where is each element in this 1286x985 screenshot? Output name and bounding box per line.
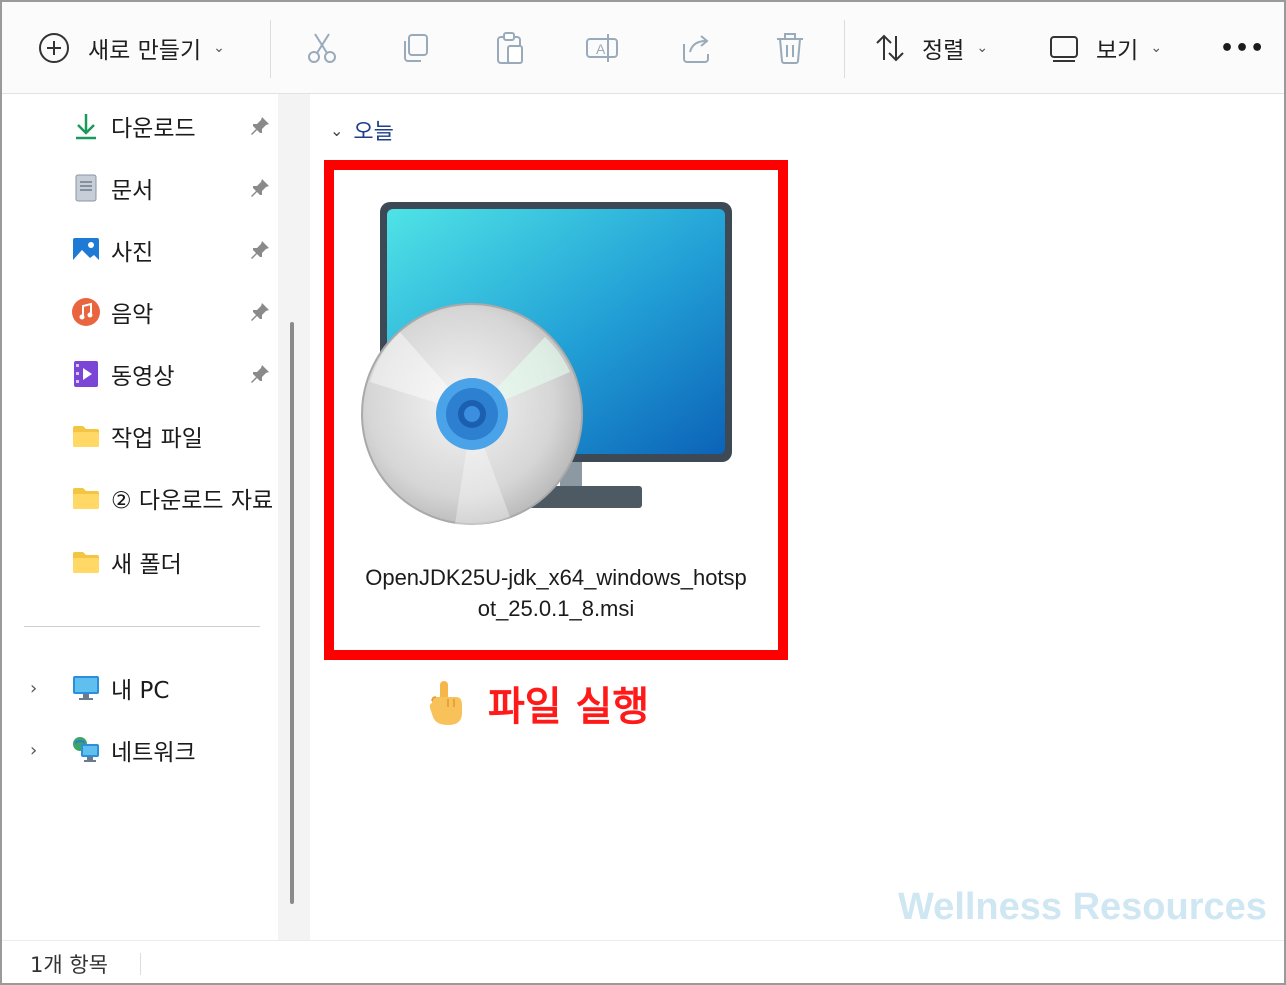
file-name-line: ot_25.0.1_8.msi [477, 596, 635, 621]
sidebar-item-work-files[interactable]: 작업 파일 [2, 408, 278, 464]
network-icon [73, 737, 99, 762]
pc-icon [73, 676, 99, 700]
sidebar-scrollbar-thumb[interactable] [290, 322, 294, 904]
chevron-down-icon: ⌄ [976, 40, 989, 56]
picture-icon [73, 238, 99, 262]
sidebar-item-label: 내 PC [111, 678, 170, 704]
sidebar-item-network[interactable]: › 네트워크 [2, 722, 278, 778]
add-circle-icon [39, 33, 69, 63]
paste-icon[interactable] [492, 30, 528, 66]
annotation-text: 파일 실행 [488, 684, 650, 730]
svg-text:A: A [596, 41, 606, 57]
chevron-right-icon[interactable]: › [30, 678, 37, 699]
watermark-text: Wellness Resources [898, 886, 1267, 928]
sidebar-item-label: 음악 [111, 302, 154, 328]
sort-button-label: 정렬 [922, 38, 965, 64]
sidebar-item-label: 다운로드 [111, 116, 196, 142]
sidebar-scrollbar-track[interactable] [278, 94, 310, 940]
new-button-label: 새로 만들기 [88, 38, 202, 64]
document-icon [75, 174, 97, 202]
sidebar-item-pictures[interactable]: 사진 [2, 222, 278, 278]
sidebar-divider [24, 626, 260, 627]
group-header-today[interactable]: ⌄ 오늘 [330, 114, 394, 146]
navigation-pane: 다운로드 문서 사진 음악 동영상 작업 파일 ② 다운로드 자료 새 폴더 ›… [2, 94, 278, 940]
sidebar-item-this-pc[interactable]: › 내 PC [2, 660, 278, 716]
sidebar-item-label: 작업 파일 [111, 426, 203, 452]
download-icon [76, 114, 96, 140]
chevron-down-icon: ⌄ [1150, 40, 1163, 56]
share-icon[interactable] [678, 30, 714, 66]
file-name-line: OpenJDK25U-jdk_x64_windows_hotsp [365, 565, 747, 590]
chevron-down-icon: ⌄ [330, 120, 344, 140]
sidebar-item-music[interactable]: 음악 [2, 284, 278, 340]
file-name-label[interactable]: OpenJDK25U-jdk_x64_windows_hotsp ot_25.0… [344, 562, 768, 624]
chevron-right-icon[interactable]: › [30, 740, 37, 761]
status-divider [140, 953, 141, 975]
sort-button[interactable]: 정렬 ⌄ [874, 2, 988, 94]
sidebar-item-label: 새 폴더 [111, 552, 182, 578]
toolbar-divider [844, 20, 845, 78]
sidebar-item-download-materials[interactable]: ② 다운로드 자료 [2, 470, 278, 526]
sidebar-item-downloads[interactable]: 다운로드 [2, 98, 278, 154]
view-layout-icon [1050, 36, 1078, 62]
folder-icon [73, 426, 99, 447]
rename-icon[interactable]: A [584, 30, 620, 66]
view-button-label: 보기 [1096, 38, 1139, 64]
annotation-callout: 파일 실행 [422, 674, 649, 732]
group-header-label: 오늘 [353, 120, 394, 145]
sidebar-item-label: ② 다운로드 자료 [111, 488, 274, 514]
sort-arrows-icon [876, 34, 904, 62]
video-icon [74, 361, 98, 387]
command-bar: 새로 만들기 ⌄ A 정렬 ⌄ 보기 ⌄ ••• [2, 2, 1284, 94]
pin-icon[interactable] [248, 238, 272, 262]
copy-icon[interactable] [398, 30, 434, 66]
more-options-button[interactable]: ••• [1220, 2, 1265, 94]
sidebar-item-label: 문서 [111, 178, 154, 204]
chevron-down-icon: ⌄ [213, 40, 225, 56]
sidebar-item-videos[interactable]: 동영상 [2, 346, 278, 402]
pin-icon[interactable] [248, 176, 272, 200]
pin-icon[interactable] [248, 114, 272, 138]
folder-icon [73, 488, 99, 509]
new-button[interactable]: 새로 만들기 ⌄ [38, 2, 225, 94]
sidebar-item-documents[interactable]: 문서 [2, 160, 278, 216]
status-bar: 1개 항목 [2, 940, 1284, 983]
view-button[interactable]: 보기 ⌄ [1048, 2, 1162, 94]
pin-icon[interactable] [248, 300, 272, 324]
music-icon [72, 298, 100, 326]
pointing-hand-icon [429, 681, 462, 725]
more-icon: ••• [1220, 35, 1266, 61]
toolbar-divider [270, 20, 271, 78]
file-explorer-window: 새로 만들기 ⌄ A 정렬 ⌄ 보기 ⌄ ••• 다운로드 문서 사진 음악 동… [0, 0, 1286, 985]
pin-icon[interactable] [248, 362, 272, 386]
sidebar-item-new-folder[interactable]: 새 폴더 [2, 534, 278, 590]
sidebar-item-label: 사진 [111, 240, 154, 266]
cut-icon[interactable] [304, 30, 340, 66]
sidebar-item-label: 네트워크 [111, 740, 196, 766]
trash-icon[interactable] [772, 30, 808, 66]
file-list-area: ⌄ 오늘 OpenJDK25U-jdk_x64_windows_hotsp ot… [310, 94, 1284, 940]
item-count: 1개 항목 [30, 953, 108, 977]
sidebar-item-label: 동영상 [111, 364, 175, 390]
folder-icon [73, 552, 99, 573]
msi-installer-icon[interactable] [360, 202, 740, 532]
